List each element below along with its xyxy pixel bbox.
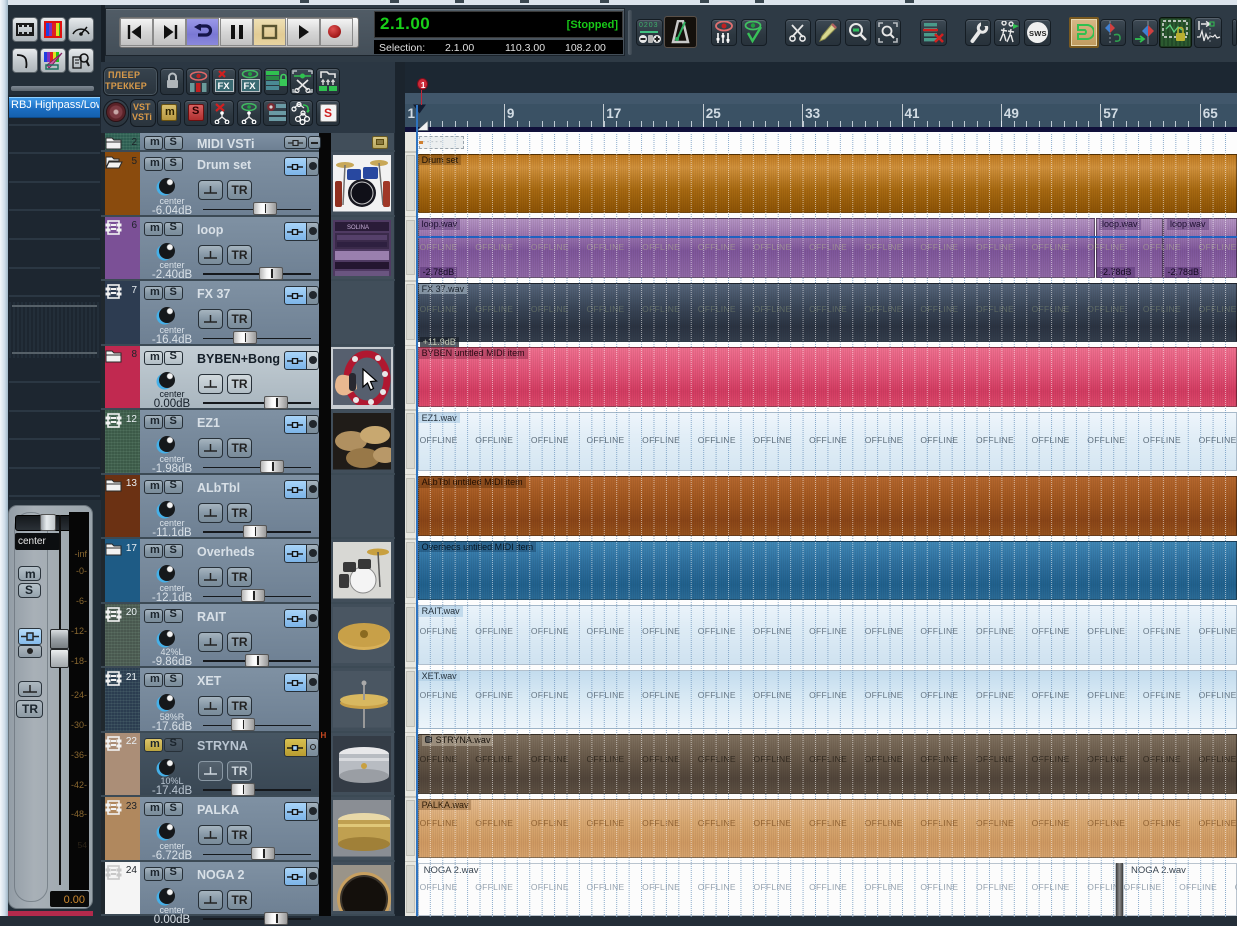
svg-text:FX: FX — [244, 81, 257, 92]
svg-text:FX: FX — [218, 81, 231, 92]
svg-text:SOLINA: SOLINA — [347, 225, 369, 231]
